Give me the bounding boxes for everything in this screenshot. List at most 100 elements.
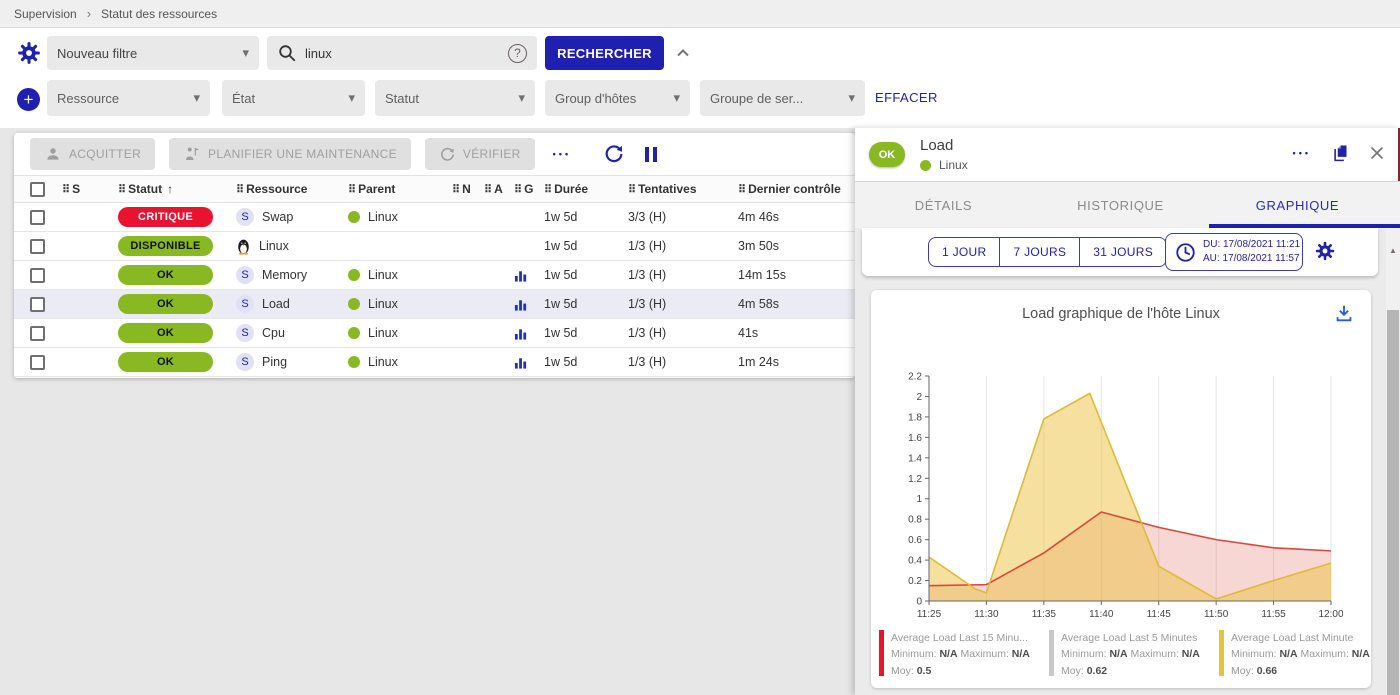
table-row[interactable]: OK SMemory Linux 1w 5d 1/3 (H) 14m 15s [14,261,855,290]
graph-icon[interactable] [514,326,544,341]
tab-history[interactable]: HISTORIQUE [1032,182,1209,228]
download-graph-icon[interactable] [1333,302,1355,324]
column-drag-handle[interactable]: ⠿ [738,183,745,196]
col-tries[interactable]: Tentatives [638,182,696,196]
tab-graph[interactable]: GRAPHIQUE [1209,182,1386,228]
table-row[interactable]: OK SCpu Linux 1w 5d 1/3 (H) 41s [14,319,855,348]
add-criteria-button[interactable]: + [17,88,40,111]
resource-name[interactable]: Memory [262,268,307,282]
table-row[interactable]: OK SLoad Linux 1w 5d 1/3 (H) 4m 58s [14,290,855,319]
check-button[interactable]: VÉRIFIER [425,138,535,170]
chevron-down-icon: ▾ [848,90,855,106]
column-drag-handle[interactable]: ⠿ [62,183,69,196]
row-checkbox[interactable] [30,297,45,312]
more-actions-icon[interactable]: ••• [553,149,571,159]
graph-icon[interactable] [514,297,544,312]
column-drag-handle[interactable]: ⠿ [236,183,243,196]
col-a[interactable]: A [494,182,503,196]
criteria-status-select[interactable]: Statut▾ [375,80,535,116]
load-time-series-chart[interactable]: 00.20.40.60.811.21.41.61.822.211:2511:30… [883,368,1343,626]
svg-text:0.2: 0.2 [908,576,922,587]
col-g[interactable]: G [524,182,533,196]
table-row[interactable]: CRITIQUE SSwap Linux 1w 5d 3/3 (H) 4m 46… [14,203,855,232]
filter-settings-gear-icon[interactable] [16,40,42,66]
criteria-servicegroup-select[interactable]: Groupe de ser...▾ [700,80,865,116]
row-checkbox[interactable] [30,239,45,254]
col-severity[interactable]: S [72,182,80,196]
search-icon [277,43,297,63]
maintenance-button[interactable]: PLANIFIER UNE MAINTENANCE [169,138,411,170]
row-checkbox[interactable] [30,268,45,283]
search-help-icon[interactable]: ? [508,44,527,63]
collapse-filters-caret-icon[interactable] [674,44,692,62]
parent-name[interactable]: Linux [368,297,398,311]
pause-refresh-icon[interactable] [645,147,657,162]
col-parent[interactable]: Parent [358,182,395,196]
row-checkbox[interactable] [30,355,45,370]
range-31days-button[interactable]: 31 JOURS [1080,237,1167,267]
graph-icon[interactable] [514,268,544,283]
criteria-hostgroup-select[interactable]: Group d'hôtes▾ [545,80,690,116]
saved-filter-select[interactable]: Nouveau filtre ▾ [47,36,259,70]
chevron-down-icon: ▾ [348,90,355,106]
legend-item-load15[interactable]: Average Load Last 15 Minu... Minimum: N/… [879,630,1049,679]
table-row[interactable]: DISPONIBLE Linux 1w 5d 1/3 (H) 3m 50s [14,232,855,261]
resource-name[interactable]: Ping [262,355,287,369]
resource-name[interactable]: Swap [262,210,293,224]
resource-name[interactable]: Load [262,297,290,311]
tab-details[interactable]: DÉTAILS [855,182,1032,228]
maintenance-label: PLANIFIER UNE MAINTENANCE [208,147,397,161]
row-checkbox[interactable] [30,326,45,341]
tries-cell: 1/3 (H) [628,239,738,253]
column-drag-handle[interactable]: ⠿ [484,183,491,196]
resource-name[interactable]: Linux [259,239,289,253]
criteria-state-select[interactable]: État▾ [222,80,365,116]
scroll-up-arrow-icon[interactable]: ▲ [1386,246,1400,262]
breadcrumb-section[interactable]: Supervision [14,7,77,21]
panel-more-actions-icon[interactable]: ••• [1293,148,1311,158]
parent-name[interactable]: Linux [368,268,398,282]
column-drag-handle[interactable]: ⠿ [544,183,551,196]
tries-cell: 3/3 (H) [628,210,738,224]
status-badge: OK [118,265,213,285]
refresh-list-icon[interactable] [603,143,625,165]
search-field[interactable]: ? [267,36,537,70]
col-n[interactable]: N [462,182,471,196]
clear-filters-button[interactable]: EFFACER [875,90,938,105]
column-drag-handle[interactable]: ⠿ [514,183,521,196]
range-1day-button[interactable]: 1 JOUR [928,237,1000,267]
graph-icon[interactable] [514,355,544,370]
parent-name[interactable]: Linux [368,210,398,224]
column-drag-handle[interactable]: ⠿ [118,183,125,196]
select-all-checkbox[interactable] [30,182,45,197]
graph-settings-gear-icon[interactable] [1314,240,1336,262]
col-status[interactable]: Statut [128,182,162,196]
svg-text:1.8: 1.8 [908,412,922,423]
panel-scrollbar-thumb[interactable] [1387,310,1399,695]
col-last-check[interactable]: Dernier contrôle [748,182,841,196]
sort-asc-icon[interactable]: ↑ [167,182,173,196]
host-status-dot-icon [348,269,360,281]
close-panel-icon[interactable] [1368,144,1386,162]
column-drag-handle[interactable]: ⠿ [348,183,355,196]
search-button[interactable]: RECHERCHER [545,36,664,70]
custom-period-button[interactable]: DU: 17/08/2021 11:21 AU: 17/08/2021 11:5… [1165,233,1303,271]
column-drag-handle[interactable]: ⠿ [452,183,459,196]
criteria-resource-select[interactable]: Ressource▾ [47,80,210,116]
list-toolbar: ACQUITTER PLANIFIER UNE MAINTENANCE VÉRI… [14,133,855,175]
column-drag-handle[interactable]: ⠿ [628,183,635,196]
col-resource[interactable]: Ressource [246,182,307,196]
range-7days-button[interactable]: 7 JOURS [1000,237,1080,267]
legend-item-load1[interactable]: Average Load Last Minute Minimum: N/A Ma… [1219,630,1389,679]
row-checkbox[interactable] [30,210,45,225]
table-row[interactable]: OK SPing Linux 1w 5d 1/3 (H) 1m 24s [14,348,855,377]
parent-name[interactable]: Linux [368,326,398,340]
parent-name[interactable]: Linux [368,355,398,369]
search-input[interactable] [305,46,495,61]
copy-link-icon[interactable] [1329,142,1350,163]
svg-text:1: 1 [916,494,922,505]
legend-item-load5[interactable]: Average Load Last 5 Minutes Minimum: N/A… [1049,630,1219,679]
col-duration[interactable]: Durée [554,182,588,196]
resource-name[interactable]: Cpu [262,326,285,340]
acknowledge-button[interactable]: ACQUITTER [30,138,155,170]
